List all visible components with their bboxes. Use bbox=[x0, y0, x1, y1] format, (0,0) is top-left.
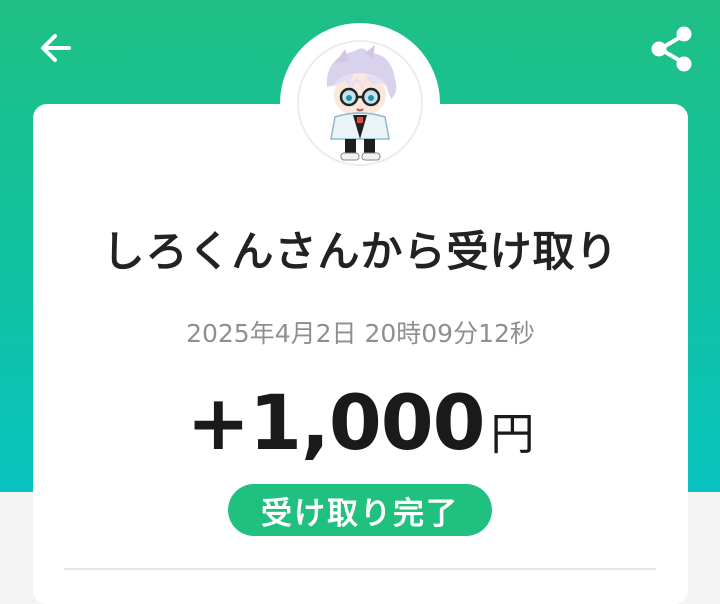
share-icon bbox=[651, 26, 692, 72]
status-badge: 受け取り完了 bbox=[228, 484, 492, 536]
divider bbox=[64, 568, 656, 570]
amount-value: +1,000 bbox=[186, 378, 485, 467]
transaction-title: しろくんさんから受け取り bbox=[102, 227, 619, 276]
share-button[interactable] bbox=[644, 22, 700, 76]
amount-row: +1,000 円 bbox=[33, 378, 688, 467]
currency-label: 円 bbox=[490, 409, 535, 460]
arrow-left-icon bbox=[41, 34, 71, 62]
chibi-character-avatar bbox=[326, 45, 397, 161]
sender-avatar[interactable] bbox=[297, 40, 423, 166]
transaction-timestamp: 2025年4月2日 20時09分12秒 bbox=[186, 319, 535, 348]
back-button[interactable] bbox=[34, 28, 78, 68]
